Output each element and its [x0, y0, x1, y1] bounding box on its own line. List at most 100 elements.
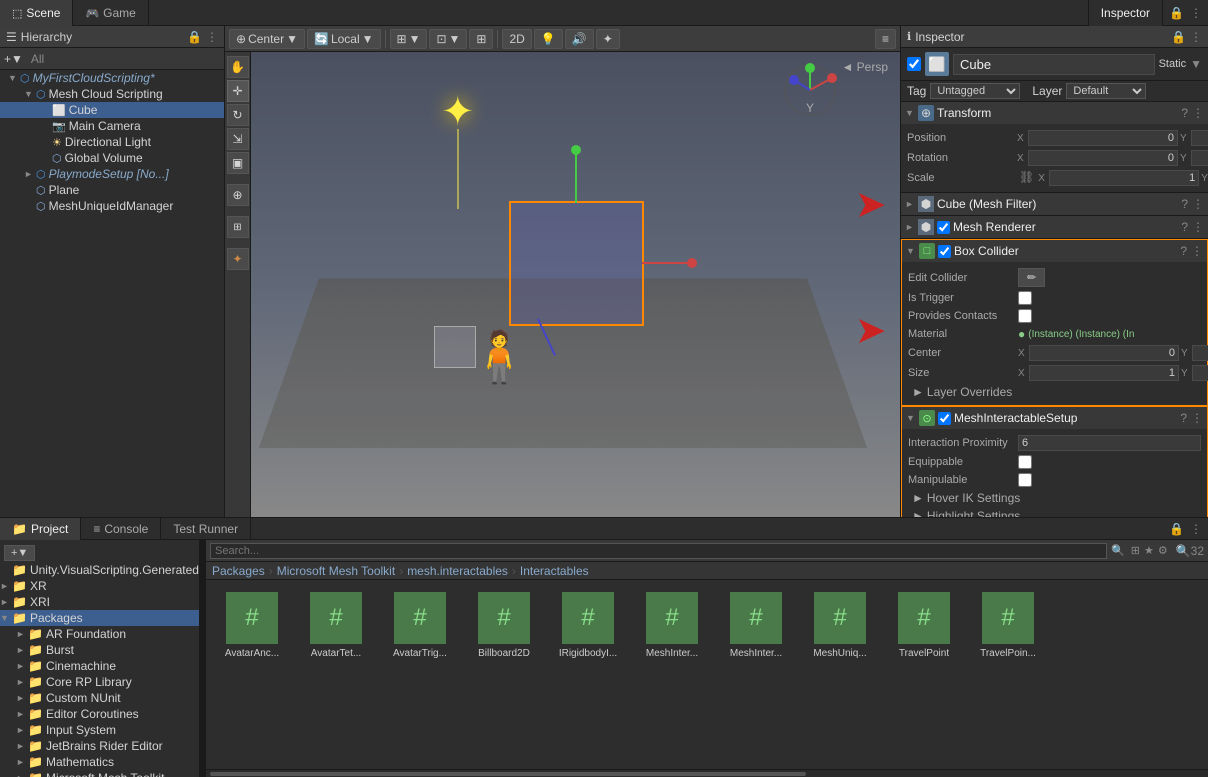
list-item[interactable]: ► 📷 Main Camera	[0, 118, 224, 134]
box-collider-header[interactable]: ▼ □ Box Collider ? ⋮	[902, 240, 1207, 262]
tree-item[interactable]: ► 📁 XRI	[0, 594, 199, 610]
filter-icon[interactable]: ⊞	[1131, 544, 1140, 557]
tree-item[interactable]: ► 📁 Microsoft Mesh Toolkit	[0, 770, 199, 777]
tree-item[interactable]: ► 📁 Input System	[0, 722, 199, 738]
proximity-input[interactable]	[1018, 435, 1201, 451]
help-icon[interactable]: ?	[1181, 106, 1188, 120]
asset-item[interactable]: # AvatarTrig...	[380, 586, 460, 663]
help-bc-icon[interactable]: ?	[1180, 244, 1187, 258]
mesh-renderer-checkbox[interactable]	[937, 221, 950, 234]
layer-overrides-toggle[interactable]: ► Layer Overrides	[908, 383, 1201, 401]
asset-item[interactable]: # TravelPoint	[884, 586, 964, 663]
local-btn[interactable]: 🔄 Local ▼	[307, 29, 381, 49]
breadcrumb-packages[interactable]: Packages	[212, 564, 265, 578]
tree-item[interactable]: ► 📁 Core RP Library	[0, 674, 199, 690]
list-item[interactable]: ► ⬡ Global Volume	[0, 150, 224, 166]
tree-item[interactable]: ► 📁 Custom NUnit	[0, 690, 199, 706]
add-hier-btn[interactable]: +▼	[4, 52, 23, 66]
more-insp-icon[interactable]: ⋮	[1190, 30, 1202, 44]
tree-item[interactable]: ► 📁 JetBrains Rider Editor	[0, 738, 199, 754]
snap-grid-btn[interactable]: ⊞	[227, 216, 249, 238]
breadcrumb-interactables[interactable]: Interactables	[520, 564, 589, 578]
tree-item[interactable]: 📁 Unity.VisualScripting.Generated	[0, 562, 199, 578]
gear-proj-icon[interactable]: ⚙	[1158, 544, 1168, 557]
asset-item[interactable]: # TravelPoin...	[968, 586, 1048, 663]
fx-btn[interactable]: ✦	[596, 29, 620, 49]
mesh-interactable-checkbox[interactable]	[938, 412, 951, 425]
tab-console[interactable]: ≡ Console	[81, 518, 161, 540]
scale-x-input[interactable]	[1049, 170, 1199, 186]
tab-scene[interactable]: ⬚ Scene	[0, 0, 73, 26]
asset-item[interactable]: # MeshInter...	[632, 586, 712, 663]
asset-item[interactable]: # AvatarTet...	[296, 586, 376, 663]
equippable-checkbox[interactable]	[1018, 455, 1032, 469]
list-item[interactable]: ▼ ⬡ Mesh Cloud Scripting	[0, 86, 224, 102]
static-dropdown-icon[interactable]: ▼	[1190, 57, 1202, 71]
highlight-settings-toggle[interactable]: ► Highlight Settings	[908, 507, 1201, 517]
mesh-filter-header[interactable]: ► ⬢ Cube (Mesh Filter) ? ⋮	[901, 193, 1208, 215]
lock-icon[interactable]: 🔒	[1169, 6, 1184, 20]
gizmo-btn[interactable]: ⊞	[469, 29, 493, 49]
list-item[interactable]: ▼ ⬡ MyFirstCloudScripting*	[0, 70, 224, 86]
lock-hierarchy-icon[interactable]: 🔒	[187, 30, 202, 44]
tree-item[interactable]: ► 📁 Mathematics	[0, 754, 199, 770]
list-item[interactable]: ► ⬡ PlaymodeSetup [No...]	[0, 166, 224, 182]
asset-item[interactable]: # MeshInter...	[716, 586, 796, 663]
box-collider-checkbox[interactable]	[938, 245, 951, 258]
move-tool[interactable]: ✛	[227, 80, 249, 102]
more-options-icon[interactable]: ⋮	[1190, 6, 1202, 20]
tab-project[interactable]: 📁 Project	[0, 518, 81, 540]
manipulable-checkbox[interactable]	[1018, 473, 1032, 487]
more-comp-icon[interactable]: ⋮	[1192, 106, 1204, 120]
is-trigger-checkbox[interactable]	[1018, 291, 1032, 305]
project-search-input[interactable]	[210, 543, 1107, 559]
tab-test-runner[interactable]: Test Runner	[161, 518, 251, 540]
tag-select[interactable]: Untagged	[930, 83, 1020, 99]
edit-mode-btn[interactable]: ⊕	[227, 184, 249, 206]
asset-item[interactable]: # IRigidbodyI...	[548, 586, 628, 663]
center-btn[interactable]: ⊕ Center ▼	[229, 29, 305, 49]
more-bc-icon[interactable]: ⋮	[1191, 244, 1203, 258]
rect-tool[interactable]: ▣	[227, 152, 249, 174]
lock-bottom-icon[interactable]: 🔒	[1169, 522, 1184, 536]
tree-item[interactable]: ► 📁 AR Foundation	[0, 626, 199, 642]
more-mr-icon[interactable]: ⋮	[1192, 220, 1204, 234]
light-btn[interactable]: 💡	[534, 29, 563, 49]
object-name-input[interactable]	[953, 54, 1155, 75]
tree-item[interactable]: ► 📁 XR	[0, 578, 199, 594]
active-checkbox[interactable]	[907, 57, 921, 71]
scale-tool[interactable]: ⇲	[227, 128, 249, 150]
more-hierarchy-icon[interactable]: ⋮	[206, 30, 218, 44]
bottom-scrollbar[interactable]	[206, 769, 1208, 777]
rot-x-input[interactable]	[1028, 150, 1178, 166]
transform-header[interactable]: ▼ ⊕ Transform ? ⋮	[901, 102, 1208, 124]
layer-select[interactable]: Default	[1066, 83, 1146, 99]
help-mr-icon[interactable]: ?	[1181, 220, 1188, 234]
star-icon[interactable]: ★	[1144, 544, 1154, 557]
asset-item[interactable]: # AvatarAnc...	[212, 586, 292, 663]
rotate-tool[interactable]: ↻	[227, 104, 249, 126]
rot-y-input[interactable]	[1191, 150, 1208, 166]
scene-extras-btn[interactable]: ≡	[875, 29, 896, 49]
list-item[interactable]: ► ☀ Directional Light	[0, 134, 224, 150]
audio-btn[interactable]: 🔊	[565, 29, 594, 49]
lock-insp-icon[interactable]: 🔒	[1171, 30, 1186, 44]
tree-item[interactable]: ► 📁 Editor Coroutines	[0, 706, 199, 722]
add-asset-btn[interactable]: +▼	[4, 545, 35, 561]
breadcrumb-mesh-toolkit[interactable]: Microsoft Mesh Toolkit	[277, 564, 395, 578]
custom-tool-btn[interactable]: ✦	[227, 248, 249, 270]
hand-tool[interactable]: ✋	[227, 56, 249, 78]
tree-item[interactable]: ▼ 📁 Packages	[0, 610, 199, 626]
provides-contacts-checkbox[interactable]	[1018, 309, 1032, 323]
help-mf-icon[interactable]: ?	[1181, 197, 1188, 211]
hover-ik-toggle[interactable]: ► Hover IK Settings	[908, 489, 1201, 507]
breadcrumb-mesh-interactables[interactable]: mesh.interactables	[407, 564, 508, 578]
list-item[interactable]: ► ⬡ MeshUniqueIdManager	[0, 198, 224, 214]
list-item[interactable]: ► ⬜ Cube	[0, 102, 224, 118]
tree-item[interactable]: ► 📁 Burst	[0, 642, 199, 658]
help-mi-icon[interactable]: ?	[1180, 411, 1187, 425]
pos-y-input[interactable]	[1191, 130, 1208, 146]
size-y-input[interactable]	[1192, 365, 1208, 381]
pos-x-input[interactable]	[1028, 130, 1178, 146]
2d-btn[interactable]: 2D	[502, 29, 531, 49]
